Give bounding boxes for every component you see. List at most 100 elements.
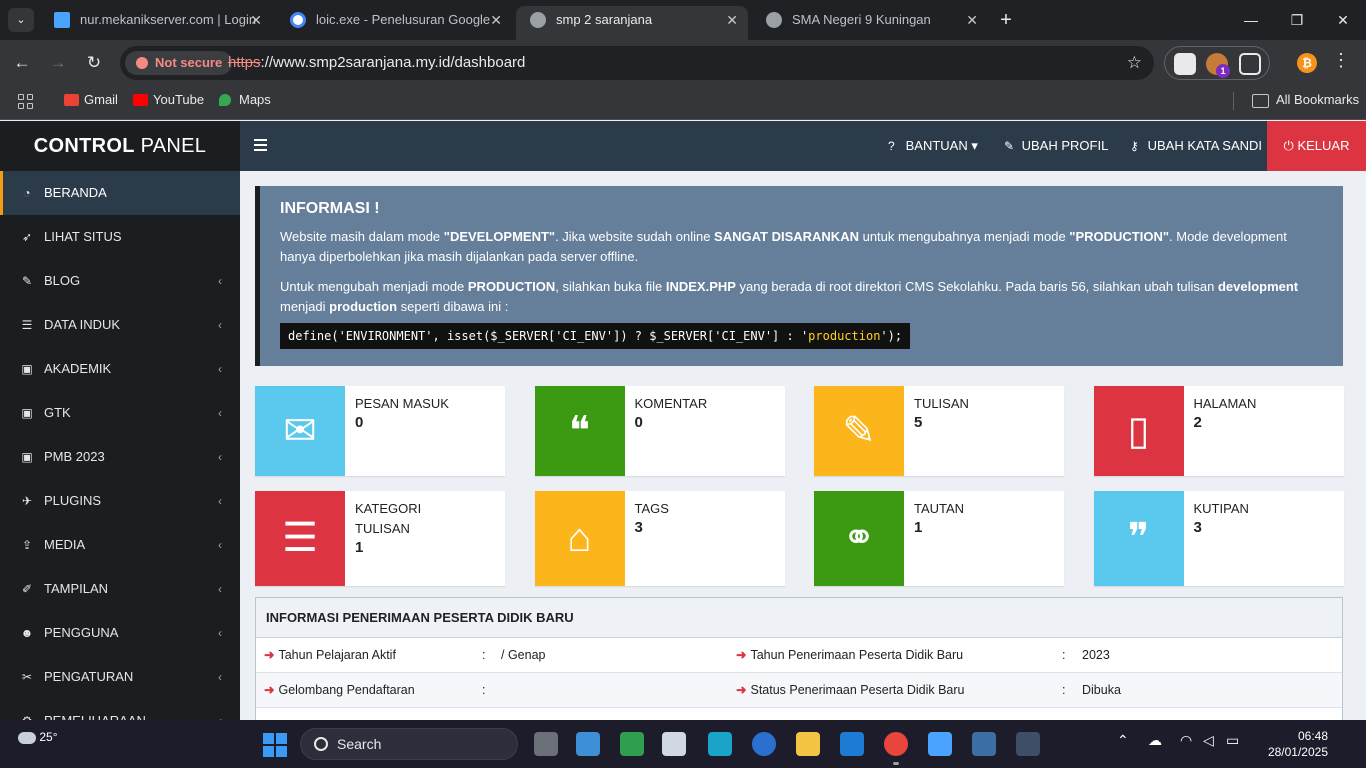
reload-button[interactable]: ↻ (82, 51, 106, 75)
sidebar-item[interactable]: ➶ LIHAT SITUS (0, 215, 240, 259)
stat-label: KATEGORI TULISAN (355, 501, 422, 536)
not-secure-badge[interactable]: Not secure (125, 51, 233, 75)
app-icon[interactable] (576, 732, 600, 756)
comments-icon: ❝ (534, 386, 625, 476)
stat-box[interactable]: ❝ KOMENTAR 0 (534, 386, 785, 476)
file-explorer-icon[interactable] (796, 732, 820, 756)
globe-icon (530, 12, 546, 28)
url-text[interactable]: https://www.smp2saranjana.my.id/dashboar… (228, 46, 525, 80)
chevron-left-icon: ‹ (218, 318, 222, 332)
battery-icon[interactable]: ▭ (1226, 732, 1239, 749)
stat-box[interactable]: ⌂ TAGS 3 (534, 491, 785, 586)
chevron-left-icon: ‹ (218, 670, 222, 684)
help-dropdown[interactable]: ? BANTUAN ▾ (888, 121, 978, 171)
forward-button[interactable]: → (46, 51, 70, 75)
new-tab-button[interactable]: + (994, 6, 1018, 34)
vscode-icon[interactable] (840, 732, 864, 756)
virtualbox-icon[interactable] (662, 732, 686, 756)
browser-tab-login[interactable]: nur.mekanikserver.com | Login ✕ (40, 6, 272, 40)
app-icon[interactable] (620, 732, 644, 756)
brand-logo[interactable]: CONTROL PANEL (0, 121, 240, 171)
wifi-icon[interactable]: ◠ (1180, 732, 1192, 749)
app-icon[interactable] (1016, 732, 1040, 756)
wrench-icon: ✂ (21, 670, 33, 684)
sidebar-item[interactable]: ⇪ MEDIA ‹ (0, 523, 240, 567)
info-callout: INFORMASI ! Website masih dalam mode "DE… (255, 186, 1343, 366)
sidebar-item[interactable]: ☻ PENGGUNA ‹ (0, 611, 240, 655)
stat-value: 0 (355, 414, 364, 431)
stat-box[interactable]: ✉ PESAN MASUK 0 (255, 386, 505, 476)
volume-icon[interactable]: ◁ (1203, 732, 1214, 749)
sidebar-item[interactable]: ☰ DATA INDUK ‹ (0, 303, 240, 347)
url-protocol: https (228, 54, 261, 71)
tray-overflow-icon[interactable]: ⌃ (1117, 732, 1129, 749)
windows-start-icon[interactable] (263, 733, 287, 757)
bookmark-label: Gmail (84, 92, 118, 107)
puzzle-icon[interactable] (1239, 53, 1261, 75)
browser-tab-google[interactable]: loic.exe - Penelusuran Google ✕ (276, 6, 512, 40)
stat-box[interactable]: ❞ KUTIPAN 3 (1093, 491, 1344, 586)
address-bar[interactable]: Not secure https://www.smp2saranjana.my.… (120, 46, 1154, 80)
sidebar-item[interactable]: ✂ PENGATURAN ‹ (0, 655, 240, 699)
sidebar-item-label: PENGGUNA (44, 625, 119, 640)
sidebar-item[interactable]: ▣ GTK ‹ (0, 391, 240, 435)
taskbar-search[interactable]: Search (300, 728, 518, 760)
minimize-button[interactable]: — (1228, 0, 1274, 40)
sidebar-item[interactable]: ◔ BERANDA (0, 171, 240, 215)
bookmark-star-icon[interactable]: ☆ (1127, 46, 1142, 80)
close-icon[interactable]: ✕ (490, 6, 502, 34)
hamburger-menu-icon[interactable] (254, 139, 268, 151)
taskbar-clock[interactable]: 06:48 28/01/2025 (1258, 728, 1328, 760)
tab-search-button[interactable]: ⌄ (8, 8, 34, 32)
browser-tab-active[interactable]: smp 2 saranjana ✕ (516, 6, 748, 40)
stat-box[interactable]: ✎ TULISAN 5 (814, 386, 1064, 476)
ppdb-panel: INFORMASI PENERIMAAN PESERTA DIDIK BARU … (255, 597, 1343, 720)
menu-kebab-icon[interactable]: ⋮ (1332, 50, 1350, 71)
logout-button[interactable]: ⏻ KELUAR (1267, 121, 1366, 171)
user-card-icon: ▣ (21, 362, 33, 376)
bookmark-gmail[interactable]: Gmail (64, 86, 118, 114)
sidebar-item[interactable]: ▣ AKADEMIK ‹ (0, 347, 240, 391)
quote-icon: ❞ (1093, 491, 1184, 586)
bookmark-maps[interactable]: Maps (219, 86, 271, 114)
tab-title: SMA Negeri 9 Kuningan (792, 12, 931, 27)
bookmarks-separator (1233, 92, 1234, 110)
power-icon: ⏻ (1283, 138, 1294, 153)
stat-label: PESAN MASUK (355, 396, 449, 411)
close-icon[interactable]: ✕ (250, 6, 262, 34)
back-button[interactable]: ← (10, 51, 34, 75)
close-window-button[interactable]: ✕ (1320, 0, 1366, 40)
all-bookmarks-button[interactable]: All Bookmarks (1252, 86, 1359, 114)
maximize-button[interactable]: ❐ (1274, 0, 1320, 40)
app-icon[interactable] (972, 732, 996, 756)
stat-box[interactable]: ▯ HALAMAN 2 (1093, 386, 1344, 476)
browser-tab-sma[interactable]: SMA Negeri 9 Kuningan ✕ (752, 6, 988, 40)
tray-app-icon[interactable]: ☁ (1148, 732, 1162, 749)
file-icon: ▯ (1093, 386, 1184, 476)
sidebar-item[interactable]: ⚙PEMELIHARAAN‹ (0, 699, 240, 720)
sidebar-item[interactable]: ✐ TAMPILAN ‹ (0, 567, 240, 611)
sidebar-item-label: PENGATURAN (44, 669, 134, 684)
task-view-icon[interactable] (534, 732, 558, 756)
close-icon[interactable]: ✕ (726, 6, 738, 34)
app-icon[interactable] (928, 732, 952, 756)
stat-label: HALAMAN (1193, 396, 1257, 411)
sidebar-item[interactable]: ✈ PLUGINS ‹ (0, 479, 240, 523)
app-icon[interactable] (708, 732, 732, 756)
maps-icon (219, 94, 231, 106)
bitcoin-extension-icon[interactable]: ₿ (1297, 53, 1317, 73)
tab-title: smp 2 saranjana (556, 12, 653, 27)
apps-grid-icon[interactable] (18, 94, 34, 110)
sidebar-item[interactable]: ✎ BLOG ‹ (0, 259, 240, 303)
change-password-link[interactable]: ⚷ UBAH KATA SANDI (1130, 121, 1262, 171)
edit-profile-link[interactable]: ✎ UBAH PROFIL (1004, 121, 1108, 171)
bookmark-youtube[interactable]: YouTube (133, 86, 204, 114)
sidebar-item[interactable]: ▣ PMB 2023 ‹ (0, 435, 240, 479)
stat-box[interactable]: ⚭ TAUTAN 1 (814, 491, 1064, 586)
chrome-icon[interactable] (884, 732, 908, 765)
app-icon[interactable] (752, 732, 776, 756)
stat-box[interactable]: ☰ KATEGORI TULISAN 1 (255, 491, 505, 586)
weather-widget[interactable]: 25° (18, 730, 58, 744)
close-icon[interactable]: ✕ (966, 6, 978, 34)
extension-icon[interactable] (1174, 53, 1196, 75)
